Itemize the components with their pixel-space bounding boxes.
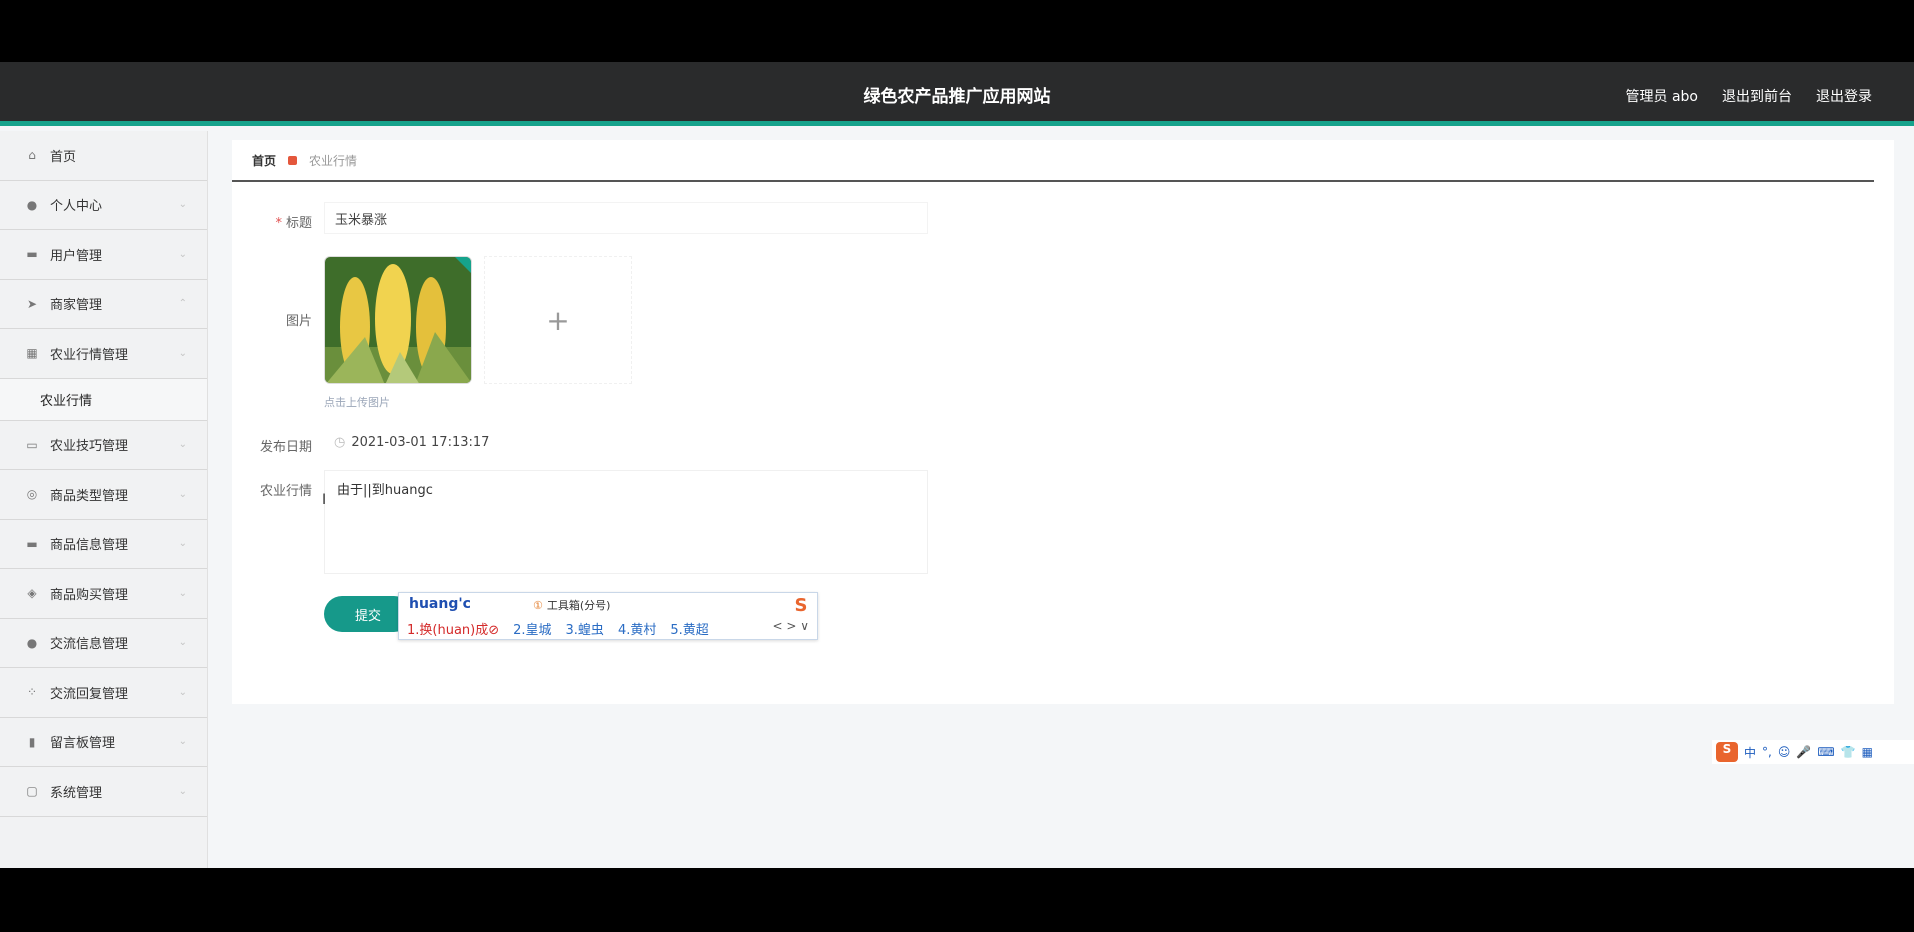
sidebar-item-label: 商品信息管理: [50, 538, 129, 554]
grid-icon: ▦: [26, 346, 38, 361]
chevron-up-icon: ⌃: [178, 298, 187, 310]
text-cursor-icon: I: [322, 492, 327, 508]
sidebar-item-message-board[interactable]: ▮ 留言板管理 ⌄: [0, 718, 207, 767]
id-card-icon: ▬: [26, 247, 38, 262]
sidebar-item-market-management[interactable]: ▦ 农业行情管理 ⌄: [0, 329, 207, 379]
breadcrumb-current: 农业行情: [309, 153, 358, 168]
sogou-logo-icon: S: [794, 595, 808, 616]
card-icon: ▬: [26, 536, 38, 551]
breadcrumb: 首页 农业行情: [232, 140, 1874, 182]
send-icon: ➤: [26, 296, 38, 311]
ime-composition: huang'c: [409, 596, 471, 612]
user-icon: ●: [26, 197, 38, 212]
sidebar-item-label: 系统管理: [50, 785, 103, 801]
toolbox-icon[interactable]: ▦: [1862, 745, 1873, 759]
sidebar-item-product-types[interactable]: ◎ 商品类型管理 ⌄: [0, 470, 207, 520]
emoji-icon[interactable]: ☺: [1778, 745, 1791, 759]
date-picker[interactable]: ◷ 2021-03-01 17:13:17: [324, 426, 534, 458]
sidebar-item-profile[interactable]: ● 个人中心 ⌄: [0, 181, 207, 230]
ime-page-nav[interactable]: < > ∨: [772, 619, 809, 633]
header-actions: 管理员 abo 退出到前台 退出登录: [1626, 86, 1872, 106]
sidebar-item-home[interactable]: ⌂ 首页: [0, 131, 207, 181]
chevron-down-icon: ⌄: [178, 199, 187, 211]
plus-icon: +: [546, 303, 570, 337]
sidebar-subitem-market[interactable]: 农业行情: [0, 378, 207, 421]
ime-mode-toggle[interactable]: 中: [1744, 744, 1756, 761]
ime-candidates: 1.换(huan)成⊘ 2.皇城 3.蝗虫 4.黄村 5.黄超: [407, 619, 709, 638]
clock-icon: ◷: [334, 434, 346, 450]
chevron-down-icon: ⌄: [178, 686, 187, 698]
content-textarea[interactable]: 由于||到huangc: [324, 470, 928, 574]
microphone-icon[interactable]: 🎤: [1796, 745, 1811, 759]
date-label: 发布日期: [259, 440, 312, 455]
sidebar-item-merchants[interactable]: ➤ 商家管理 ⌃: [0, 280, 207, 329]
exit-to-front-link[interactable]: 退出到前台: [1722, 86, 1792, 106]
ime-candidate[interactable]: 5.黄超: [670, 619, 708, 638]
chevron-down-icon: ⌄: [178, 248, 187, 260]
content-label: 农业行情: [259, 484, 312, 499]
ime-candidate[interactable]: 2.皇城: [513, 619, 551, 638]
breadcrumb-home[interactable]: 首页: [252, 152, 276, 169]
sidebar-item-exchange-info[interactable]: ● 交流信息管理 ⌄: [0, 619, 207, 668]
window-icon: ▢: [26, 784, 38, 799]
sidebar-item-label: 农业技巧管理: [50, 439, 129, 455]
sidebar-item-product-info[interactable]: ▬ 商品信息管理 ⌄: [0, 520, 207, 569]
chevron-down-icon: ⌄: [178, 785, 187, 797]
ime-candidate[interactable]: 3.蝗虫: [566, 619, 604, 638]
dots-icon: ⁘: [26, 685, 38, 700]
sidebar-item-label: 用户管理: [50, 248, 103, 264]
sidebar-item-purchases[interactable]: ◈ 商品购买管理 ⌄: [0, 569, 207, 619]
sidebar-item-label: 首页: [50, 149, 77, 165]
sidebar-item-exchange-replies[interactable]: ⁘ 交流回复管理 ⌄: [0, 668, 207, 718]
chevron-down-icon: ⌄: [178, 538, 187, 550]
sogou-logo-icon: S: [1716, 742, 1738, 762]
chevron-down-icon: ⌄: [178, 439, 187, 451]
sidebar-item-label: 商品类型管理: [50, 488, 129, 504]
skin-icon[interactable]: 👕: [1841, 745, 1856, 759]
uploaded-image-thumbnail[interactable]: [324, 256, 472, 384]
chevron-down-icon: ⌄: [178, 488, 187, 500]
chevron-down-icon: ⌄: [178, 637, 187, 649]
content-text: 由于||到huangc: [337, 483, 433, 498]
sidebar-item-label: 商家管理: [50, 298, 103, 314]
sidebar-item-label: 交流回复管理: [50, 686, 129, 702]
admin-user-label: 管理员 abo: [1625, 89, 1698, 105]
upload-add-button[interactable]: +: [484, 256, 632, 384]
title-input[interactable]: 玉米暴涨: [324, 202, 928, 234]
sogou-status-bar: S 中 °, ☺ 🎤 ⌨ 👕 ▦: [1712, 740, 1914, 764]
chevron-down-icon: ⌄: [178, 347, 187, 359]
cart-icon: ◈: [27, 586, 37, 601]
chevron-down-icon: ⌄: [178, 587, 187, 599]
ime-candidate[interactable]: 1.换(huan)成⊘: [407, 619, 499, 638]
corn-image: [325, 257, 471, 383]
ime-candidate[interactable]: 4.黄村: [618, 619, 656, 638]
bar-chart-icon: ▮: [28, 734, 36, 749]
date-value: 2021-03-01 17:13:17: [351, 434, 490, 450]
home-icon: ⌂: [28, 148, 36, 163]
chevron-down-icon: ⌄: [178, 736, 187, 748]
ime-toolbox[interactable]: ① 工具箱(分号): [533, 597, 610, 613]
keyboard-icon[interactable]: ⌨: [1817, 745, 1834, 759]
image-label: 图片: [285, 314, 312, 329]
sidebar-item-label: 交流信息管理: [50, 637, 129, 653]
sidebar-item-techniques[interactable]: ▭ 农业技巧管理 ⌄: [0, 421, 207, 470]
sidebar-item-label: 商品购买管理: [50, 587, 129, 603]
punctuation-icon[interactable]: °,: [1762, 745, 1772, 759]
sidebar-item-users[interactable]: ▬ 用户管理 ⌄: [0, 230, 207, 280]
logout-link[interactable]: 退出登录: [1816, 86, 1872, 106]
sidebar: ⌂ 首页 ● 个人中心 ⌄ ▬ 用户管理 ⌄ ➤ 商家管理 ⌃ ▦ 农业行情管理 ⌄ 农业行情 ▭…: [0, 131, 208, 868]
breadcrumb-separator-icon: [288, 155, 298, 165]
monitor-icon: ▭: [26, 437, 38, 452]
person-icon: ●: [26, 635, 38, 650]
target-icon: ◎: [26, 487, 38, 502]
browser-viewport: 绿色农产品推广应用网站 管理员 abo 退出到前台 退出登录 ⌂ 首页 ● 个人中心…: [0, 62, 1914, 868]
top-header: 绿色农产品推广应用网站 管理员 abo 退出到前台 退出登录: [0, 62, 1914, 126]
sidebar-item-system[interactable]: ▢ 系统管理 ⌄: [0, 767, 207, 817]
ime-candidate-popup: huang'c ① 工具箱(分号) S 1.换(huan)成⊘ 2.皇城 3.蝗虫…: [398, 592, 818, 640]
title-label: * 标题: [275, 216, 312, 231]
sidebar-item-label: 个人中心: [50, 199, 103, 215]
upload-hint: 点击上传图片: [324, 396, 390, 409]
sidebar-item-label: 农业行情管理: [50, 347, 129, 363]
sidebar-item-label: 留言板管理: [50, 736, 116, 752]
